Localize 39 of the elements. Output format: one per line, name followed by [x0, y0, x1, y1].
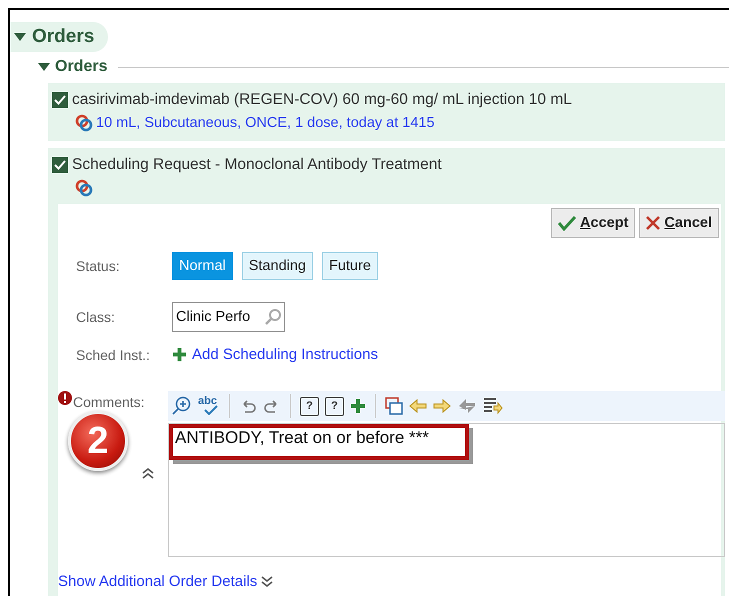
field-label: Status: [76, 258, 121, 274]
window-icon[interactable] [385, 397, 403, 415]
order-name: Scheduling Request - Monoclonal Antibody Treatment [72, 156, 442, 174]
right-arrow-icon[interactable] [433, 398, 451, 414]
subsection-title[interactable]: Orders [55, 58, 108, 76]
field-label: Comments: [73, 394, 145, 410]
linked-rings-icon [74, 178, 94, 198]
show-details-link[interactable]: Show Additional Order Details [58, 573, 258, 590]
expand-icon[interactable] [261, 576, 274, 588]
checkmark-icon [558, 215, 576, 231]
comments-text: ANTIBODY, Treat on or before *** [175, 428, 429, 447]
status-toggle[interactable]: Standing [242, 252, 313, 280]
help-icon[interactable]: ? [325, 396, 344, 416]
add-instructions-link[interactable]: Add Scheduling Instructions [192, 346, 378, 363]
help-icon[interactable]: ? [300, 396, 319, 416]
callout-badge: 2 [68, 411, 128, 471]
order-name: casirivimab-imdevimab (REGEN-COV) 60 mg-60 mg/ mL injection 10 mL [72, 91, 572, 109]
field-label: Class: [76, 309, 116, 325]
zoom-in-icon[interactable] [172, 396, 192, 416]
section-header[interactable]: Orders [10, 22, 108, 52]
expanded-caret-icon[interactable] [14, 32, 26, 42]
left-arrow-icon[interactable] [409, 398, 427, 414]
checkbox[interactable] [52, 92, 68, 108]
double-arrow-icon[interactable] [457, 397, 477, 415]
status-toggle[interactable]: Future [322, 252, 378, 280]
cancel-button[interactable]: Cancel [639, 208, 719, 238]
accept-button[interactable]: Accept [551, 208, 636, 238]
plus-icon[interactable] [350, 398, 366, 414]
close-icon [646, 216, 660, 230]
plus-icon [172, 347, 187, 362]
linked-rings-icon [74, 113, 94, 133]
list-arrow-icon[interactable] [483, 397, 503, 415]
comments-field[interactable]: ANTIBODY, Treat on or before *** [168, 423, 725, 557]
order-details-link[interactable]: 10 mL, Subcutaneous, ONCE, 1 dose, today at 1415 [96, 115, 435, 131]
class-field[interactable]: Clinic Perfo [172, 302, 285, 332]
field-label: Sched Inst.: [76, 346, 151, 362]
expanded-caret-icon[interactable] [38, 62, 50, 72]
checkbox[interactable] [52, 157, 68, 173]
collapse-icon[interactable] [142, 467, 154, 479]
